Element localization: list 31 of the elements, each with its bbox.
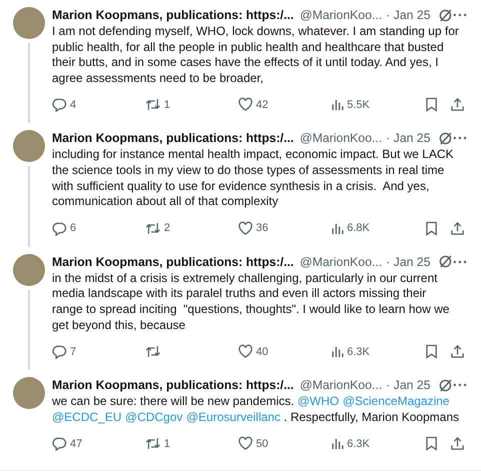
post-date[interactable]: · Jan 25: [386, 377, 430, 394]
post-date[interactable]: · Jan 25: [386, 130, 430, 146]
post-text: we can be sure: there will be new pandemics. @WHO @ScienceMagazine @ECDC_EU @CDCgov @Eurosurveillanc . Respectfully, Marion Koopmans: [52, 394, 460, 426]
view-count: 6.8K: [347, 222, 370, 234]
reply-count: 47: [70, 438, 82, 450]
like-count: 36: [256, 222, 268, 234]
post-date[interactable]: · Jan 25: [386, 7, 430, 23]
repost-count: 1: [164, 438, 170, 450]
reply-count: 7: [70, 346, 76, 358]
repost-count: 1: [164, 98, 170, 111]
author-name[interactable]: Marion Koopmans, publications: https:/...: [52, 377, 294, 394]
post-text: including for instance mental health impact, economic impact. But we LACK the science tools in my view to do those types of assessments in real time with sufficient quality to use for evidence synthesis in a crisis. And yes, communication about all of that complexity: [52, 147, 455, 210]
author-handle: @MarionKoo...: [300, 254, 382, 270]
like-count: 42: [256, 98, 268, 111]
author-name[interactable]: Marion Koopmans, publications: https:/...: [52, 130, 294, 146]
post-date[interactable]: · Jan 25: [386, 254, 430, 270]
post-text: I am not defending myself, WHO, lock downs, whatever. I am standing up for public health, for all the people in public health and healthcare that busted their butts, and in some cases have the effects of it until today. And yes, I agree assessments need to be broader,: [52, 24, 460, 86]
reply-count: 4: [70, 98, 76, 111]
like-count: 50: [256, 438, 268, 450]
repost-count: 2: [164, 222, 170, 234]
author-handle: @MarionKoo...: [300, 377, 382, 394]
author-handle: @MarionKoo...: [300, 7, 382, 23]
view-count: 5.5K: [347, 98, 370, 111]
like-count: 40: [256, 346, 268, 358]
reply-count: 6: [70, 222, 76, 234]
post-text: in the midst of a crisis is extremely challenging, particularly in our current media landscape with its paralel truths and even ill actors missing their range to spread inciting "questions, thoughts". I would like to learn how we get beyond this, because: [52, 270, 450, 334]
author-name[interactable]: Marion Koopmans, publications: https:/...: [52, 254, 294, 270]
author-handle: @MarionKoo...: [300, 130, 382, 146]
author-name[interactable]: Marion Koopmans, publications: https:/...: [52, 7, 294, 23]
view-count: 6.3K: [347, 438, 370, 450]
view-count: 6.3K: [347, 346, 370, 358]
